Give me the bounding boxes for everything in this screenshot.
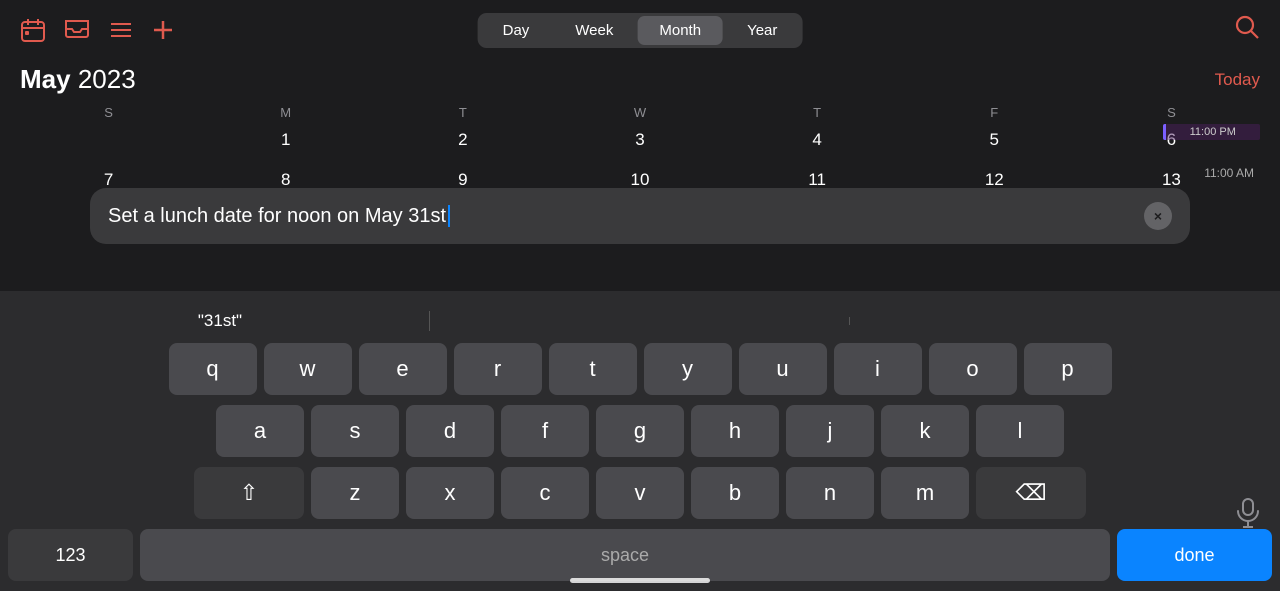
event-time-2: 11:00 AM	[1198, 164, 1260, 182]
keyboard-area: "31st" q w e r t y u i o p a s d f g h j…	[0, 291, 1280, 591]
predictive-word-3[interactable]	[850, 315, 1270, 327]
view-segment-control: Day Week Month Year	[478, 13, 803, 48]
year-value: 2023	[78, 64, 136, 94]
num-key[interactable]: 123	[8, 529, 133, 581]
segment-month[interactable]: Month	[637, 16, 723, 45]
key-row-3: ⇧ z x c v b n m ⌫	[8, 467, 1272, 519]
calendar-header: May 2023 Today	[0, 60, 1280, 101]
day-header-t2: T	[729, 101, 906, 124]
key-o[interactable]: o	[929, 343, 1017, 395]
key-s[interactable]: s	[311, 405, 399, 457]
key-g[interactable]: g	[596, 405, 684, 457]
key-y[interactable]: y	[644, 343, 732, 395]
top-bar: Day Week Month Year	[0, 0, 1280, 60]
key-r[interactable]: r	[454, 343, 542, 395]
predictive-word-2[interactable]	[430, 315, 850, 327]
shift-key[interactable]: ⇧	[194, 467, 304, 519]
key-n[interactable]: n	[786, 467, 874, 519]
day-headers: S M T W T F S	[0, 101, 1280, 124]
key-q[interactable]: q	[169, 343, 257, 395]
input-text: Set a lunch date for noon on May 31st	[108, 205, 446, 228]
calendar-icon[interactable]	[20, 17, 46, 43]
key-p[interactable]: p	[1024, 343, 1112, 395]
key-row-4: 123 space done	[8, 529, 1272, 581]
key-w[interactable]: w	[264, 343, 352, 395]
top-bar-right	[1234, 14, 1260, 46]
key-k[interactable]: k	[881, 405, 969, 457]
cal-day-5[interactable]: 5	[906, 124, 1083, 164]
done-key[interactable]: done	[1117, 529, 1272, 581]
key-h[interactable]: h	[691, 405, 779, 457]
text-input-content: Set a lunch date for noon on May 31st	[108, 205, 1144, 228]
cal-day-3[interactable]: 3	[551, 124, 728, 164]
add-icon[interactable]	[152, 19, 174, 41]
key-z[interactable]: z	[311, 467, 399, 519]
search-icon[interactable]	[1234, 20, 1260, 45]
key-x[interactable]: x	[406, 467, 494, 519]
predictive-bar: "31st"	[0, 299, 1280, 343]
home-indicator	[570, 578, 710, 583]
key-v[interactable]: v	[596, 467, 684, 519]
key-u[interactable]: u	[739, 343, 827, 395]
event-block-1: 11:00 PM	[1163, 124, 1260, 140]
top-bar-left	[20, 17, 174, 43]
month-year-title: May 2023	[20, 64, 136, 95]
list-icon[interactable]	[108, 19, 134, 41]
segment-week[interactable]: Week	[553, 16, 635, 45]
key-i[interactable]: i	[834, 343, 922, 395]
month-label: May	[20, 64, 71, 94]
key-l[interactable]: l	[976, 405, 1064, 457]
text-cursor	[448, 205, 450, 227]
key-m[interactable]: m	[881, 467, 969, 519]
key-d[interactable]: d	[406, 405, 494, 457]
key-f[interactable]: f	[501, 405, 589, 457]
day-header-s1: S	[20, 101, 197, 124]
key-row-1: q w e r t y u i o p	[8, 343, 1272, 395]
key-b[interactable]: b	[691, 467, 779, 519]
segment-day[interactable]: Day	[481, 16, 552, 45]
cal-day-2[interactable]: 2	[374, 124, 551, 164]
key-c[interactable]: c	[501, 467, 589, 519]
microphone-icon[interactable]	[1236, 498, 1260, 535]
day-header-t1: T	[374, 101, 551, 124]
key-a[interactable]: a	[216, 405, 304, 457]
cal-day-1[interactable]: 1	[197, 124, 374, 164]
clear-button[interactable]: ×	[1144, 202, 1172, 230]
day-header-m: M	[197, 101, 374, 124]
day-header-w: W	[551, 101, 728, 124]
key-t[interactable]: t	[549, 343, 637, 395]
delete-key[interactable]: ⌫	[976, 467, 1086, 519]
inbox-icon[interactable]	[64, 19, 90, 41]
cal-day-6[interactable]: 6 11:00 PM	[1083, 124, 1260, 164]
key-e[interactable]: e	[359, 343, 447, 395]
key-row-2: a s d f g h j k l	[8, 405, 1272, 457]
today-button[interactable]: Today	[1215, 70, 1260, 90]
text-input-bar[interactable]: Set a lunch date for noon on May 31st ×	[90, 188, 1190, 244]
cal-empty	[20, 124, 197, 164]
segment-year[interactable]: Year	[725, 16, 799, 45]
day-header-s2: S	[1083, 101, 1260, 124]
keyboard-rows: q w e r t y u i o p a s d f g h j k l ⇧ …	[0, 343, 1280, 591]
day-header-f: F	[906, 101, 1083, 124]
cal-day-4[interactable]: 4	[729, 124, 906, 164]
calendar-week1: 1 2 3 4 5 6 11:00 PM	[0, 124, 1280, 164]
predictive-word-1[interactable]: "31st"	[10, 305, 430, 337]
space-key[interactable]: space	[140, 529, 1110, 581]
key-j[interactable]: j	[786, 405, 874, 457]
